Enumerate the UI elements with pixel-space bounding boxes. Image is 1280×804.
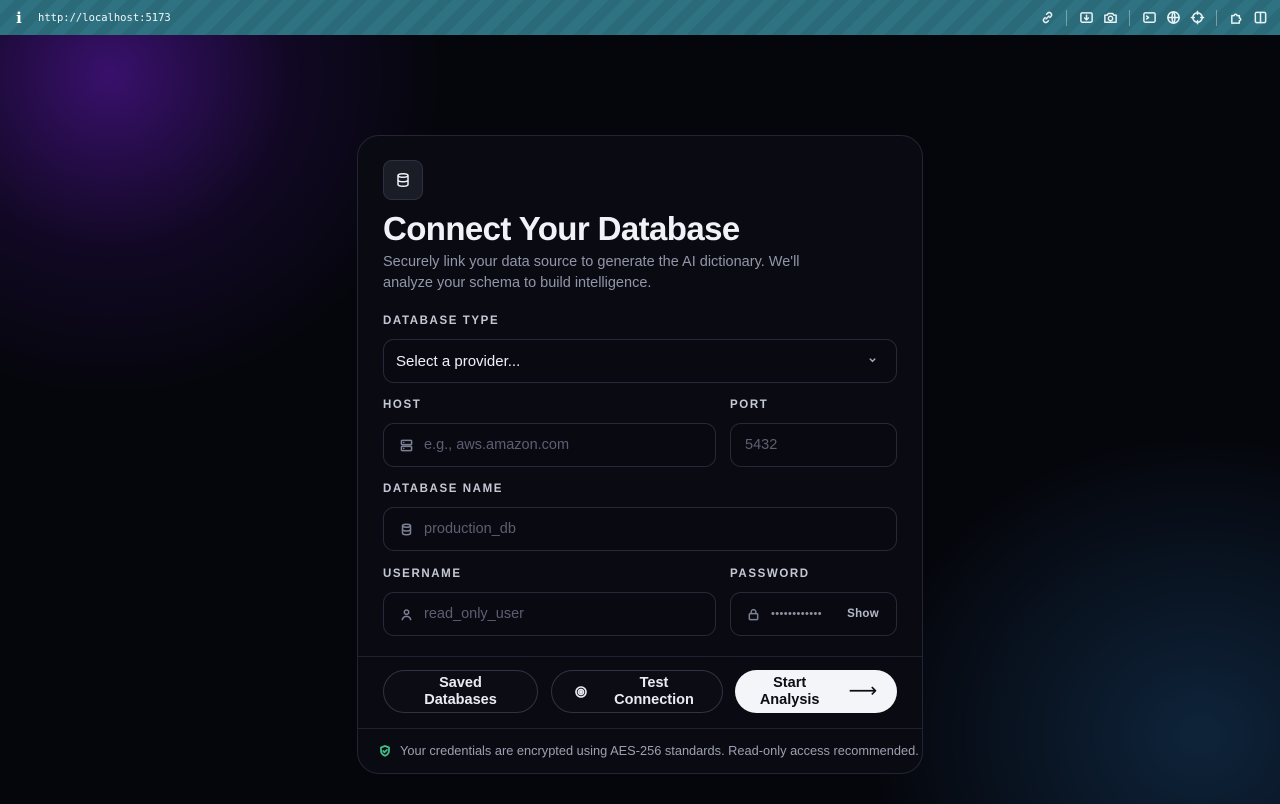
database-icon xyxy=(398,521,414,537)
database-type-value: Select a provider... xyxy=(396,352,521,370)
password-input[interactable]: •••••••••••• xyxy=(771,608,847,620)
saved-databases-label: Saved Databases xyxy=(424,675,497,708)
connect-database-card: Connect Your Database Securely link your… xyxy=(357,135,923,774)
host-label: HOST xyxy=(383,399,422,411)
show-password-button[interactable]: Show xyxy=(847,608,879,620)
start-analysis-label: Start Analysis xyxy=(759,675,820,708)
test-connection-label: Test Connection xyxy=(614,675,694,708)
user-icon xyxy=(398,606,414,622)
install-icon[interactable] xyxy=(1074,6,1098,30)
test-connection-button[interactable]: Test Connection xyxy=(551,670,723,713)
database-type-label: DATABASE TYPE xyxy=(383,315,500,327)
divider xyxy=(358,728,922,729)
username-input[interactable] xyxy=(424,593,715,635)
database-name-field xyxy=(383,507,897,551)
port-field xyxy=(730,423,922,467)
server-icon xyxy=(398,437,414,453)
host-input[interactable] xyxy=(424,424,715,466)
chevron-down-icon xyxy=(868,355,882,367)
page-subtitle: Securely link your data source to genera… xyxy=(383,254,800,291)
username-field xyxy=(383,592,716,636)
page-title: Connect Your Database xyxy=(383,210,740,247)
browser-toolbar: i http://localhost:5173 xyxy=(0,0,1280,35)
saved-databases-button[interactable]: Saved Databases xyxy=(383,670,538,713)
toolbar-actions xyxy=(1035,0,1272,35)
username-label: USERNAME xyxy=(383,568,462,580)
split-view-icon[interactable] xyxy=(1248,6,1272,30)
globe-icon[interactable] xyxy=(1161,6,1185,30)
host-field xyxy=(383,423,716,467)
database-name-input[interactable] xyxy=(424,508,896,550)
info-icon[interactable]: i xyxy=(0,9,38,27)
shield-check-icon xyxy=(379,744,391,757)
toolbar-divider xyxy=(1216,9,1217,26)
security-note-text: Your credentials are encrypted using AES… xyxy=(400,743,919,758)
page-background: Connect Your Database Securely link your… xyxy=(0,35,1280,804)
database-icon xyxy=(383,160,423,200)
terminal-icon[interactable] xyxy=(1137,6,1161,30)
database-type-select[interactable]: Select a provider... xyxy=(383,339,897,383)
password-field[interactable]: •••••••••••• Show xyxy=(730,592,897,636)
toolbar-divider xyxy=(1129,9,1130,26)
password-label: PASSWORD xyxy=(730,568,810,580)
start-analysis-button[interactable]: Start Analysis ⟶ xyxy=(735,670,897,713)
database-name-label: DATABASE NAME xyxy=(383,483,504,495)
port-label: PORT xyxy=(730,399,769,411)
security-note: Your credentials are encrypted using AES… xyxy=(379,743,919,758)
camera-icon[interactable] xyxy=(1098,6,1122,30)
lock-icon xyxy=(745,606,761,622)
url-text[interactable]: http://localhost:5173 xyxy=(38,12,171,24)
arrow-right-icon: ⟶ xyxy=(848,680,878,703)
link-icon[interactable] xyxy=(1035,6,1059,30)
toolbar-divider xyxy=(1066,9,1067,26)
divider xyxy=(358,656,922,657)
crosshair-icon[interactable] xyxy=(1185,6,1209,30)
port-input[interactable] xyxy=(745,424,922,466)
radar-icon xyxy=(575,685,587,698)
extensions-icon[interactable] xyxy=(1224,6,1248,30)
